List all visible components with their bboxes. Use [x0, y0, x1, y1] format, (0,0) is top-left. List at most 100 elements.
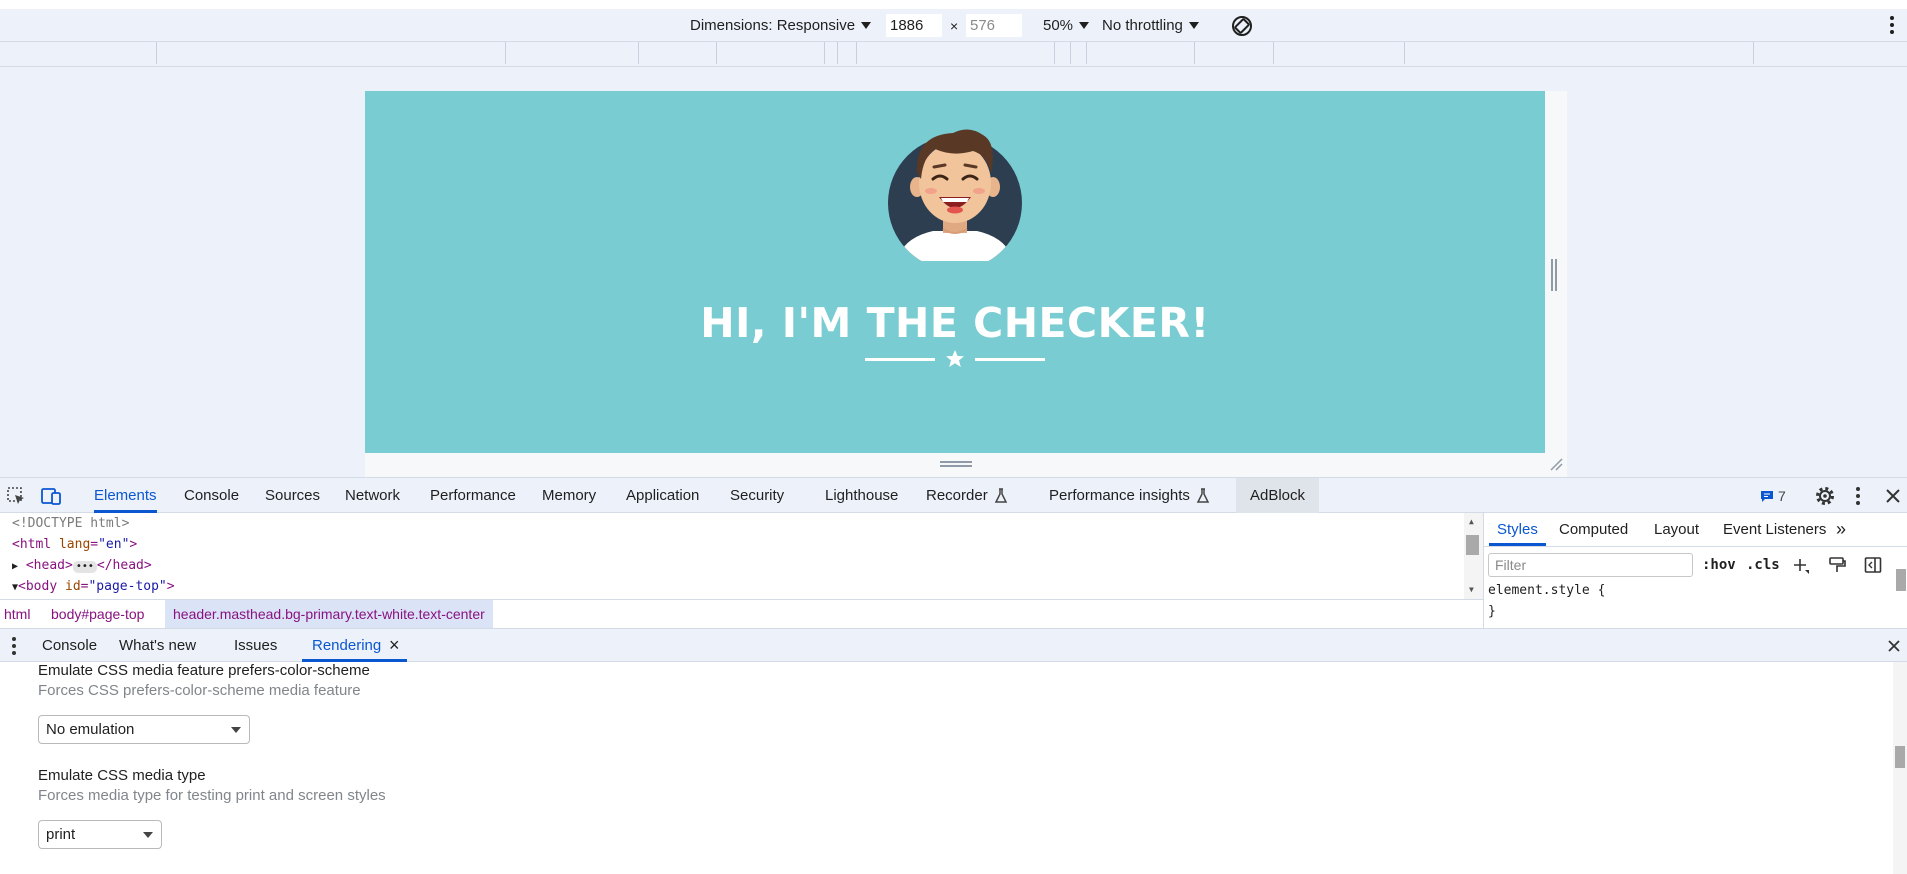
breadcrumb-html[interactable]: html — [4, 600, 30, 628]
cls-toggle[interactable]: .cls — [1746, 553, 1780, 577]
zoom-label: 50% — [1043, 17, 1074, 34]
styles-tab-bar: Styles Computed Layout Event Listeners » — [1484, 513, 1907, 547]
star-divider — [865, 349, 1045, 369]
device-toolbar-icon[interactable] — [40, 485, 62, 507]
flask-icon — [1196, 487, 1210, 503]
page-title: HI, I'M THE CHECKER! — [700, 299, 1210, 347]
expand-arrow-icon[interactable]: ▶ — [12, 561, 18, 572]
paint-brush-icon[interactable] — [1828, 556, 1846, 574]
new-style-rule-icon[interactable] — [1792, 557, 1810, 575]
hov-toggle[interactable]: :hov — [1702, 553, 1736, 577]
element-style-close: } — [1488, 604, 1496, 619]
resize-handle-right[interactable] — [1551, 259, 1559, 291]
close-devtools-icon[interactable] — [1882, 485, 1904, 507]
drawer-tab-whats-new[interactable]: What's new — [119, 629, 196, 662]
tab-memory[interactable]: Memory — [542, 478, 596, 513]
tab-elements[interactable]: Elements — [94, 478, 157, 513]
tab-performance[interactable]: Performance — [430, 478, 516, 513]
elements-dom-tree: <!DOCTYPE html> <html lang="en"> ▶ <head… — [0, 513, 1483, 599]
tab-console[interactable]: Console — [184, 478, 239, 513]
close-rendering-tab-icon[interactable]: × — [389, 629, 400, 662]
chevron-down-icon — [143, 832, 153, 838]
more-tabs-icon[interactable]: » — [1836, 513, 1846, 546]
toggle-sidebar-icon[interactable] — [1864, 556, 1882, 574]
tab-computed[interactable]: Computed — [1559, 513, 1628, 546]
device-toolbar: Dimensions: Responsive × 50% No throttli… — [0, 9, 1907, 42]
html-node[interactable]: <html lang="en"> — [12, 534, 137, 555]
head-node[interactable]: ▶ <head> ••• </head> — [12, 555, 152, 576]
rotate-icon[interactable] — [1230, 9, 1254, 42]
prefers-color-scheme-select[interactable]: No emulation — [38, 715, 250, 744]
emulated-viewport-area: HI, I'M THE CHECKER! — [0, 67, 1907, 477]
more-options-icon[interactable] — [1889, 16, 1895, 36]
media-type-select[interactable]: print — [38, 820, 162, 849]
breadcrumb-header[interactable]: header.masthead.bg-primary.text-white.te… — [165, 600, 493, 628]
star-icon — [946, 350, 964, 367]
message-icon — [1761, 490, 1773, 502]
prefers-color-scheme-description: Forces CSS prefers-color-scheme media fe… — [38, 682, 361, 699]
throttling-dropdown[interactable]: No throttling — [1102, 9, 1199, 42]
media-type-value: print — [46, 826, 76, 843]
doctype-node[interactable]: <!DOCTYPE html> — [12, 513, 129, 534]
dom-scroll-thumb[interactable] — [1466, 535, 1479, 555]
drawer-tab-console[interactable]: Console — [42, 629, 97, 662]
issues-count: 7 — [1778, 487, 1786, 504]
avatar-image — [888, 129, 1022, 261]
breadcrumb-body[interactable]: body#page-top — [51, 600, 144, 628]
scroll-down-icon[interactable]: ▼ — [1469, 585, 1474, 594]
issues-counter[interactable]: 7 — [1760, 478, 1786, 513]
tab-lighthouse[interactable]: Lighthouse — [825, 478, 898, 513]
rendering-panel: Emulate CSS media feature prefers-color-… — [0, 662, 1907, 874]
chevron-down-icon — [861, 22, 872, 29]
styles-filter-input[interactable]: Filter — [1488, 553, 1693, 577]
width-input[interactable] — [886, 14, 942, 37]
styles-scroll-thumb[interactable] — [1896, 569, 1906, 591]
drawer-tab-issues[interactable]: Issues — [234, 629, 277, 662]
drawer-menu-icon[interactable] — [12, 637, 16, 655]
prefers-color-scheme-value: No emulation — [46, 721, 135, 738]
top-strip — [0, 0, 1907, 9]
rendering-scroll-thumb[interactable] — [1895, 746, 1905, 768]
breadcrumb: html body#page-top header.masthead.bg-pr… — [0, 599, 1483, 628]
media-type-title: Emulate CSS media type — [38, 767, 206, 784]
body-node[interactable]: ▼<body id="page-top"> — [12, 576, 175, 597]
drawer-tab-bar: Console What's new Issues Rendering × — [0, 628, 1907, 662]
ellipsis-icon[interactable]: ••• — [72, 561, 97, 573]
scroll-up-icon[interactable]: ▲ — [1469, 517, 1474, 526]
tab-application[interactable]: Application — [626, 478, 699, 513]
devtools-tab-bar: Elements Console Sources Network Perform… — [0, 477, 1907, 513]
drawer-tab-rendering[interactable]: Rendering — [301, 629, 408, 662]
tab-recorder-label: Recorder — [926, 487, 988, 504]
dimensions-dropdown[interactable]: Dimensions: Responsive — [690, 9, 872, 42]
styles-pane: Styles Computed Layout Event Listeners »… — [1483, 513, 1907, 628]
throttling-label: No throttling — [1102, 17, 1183, 34]
rendering-scrollbar[interactable] — [1893, 662, 1907, 874]
resize-handle-bottom[interactable] — [940, 461, 972, 469]
tab-layout[interactable]: Layout — [1654, 513, 1699, 546]
settings-gear-icon[interactable] — [1814, 485, 1836, 507]
element-style-rule[interactable]: element.style { — [1488, 583, 1605, 598]
tab-sources[interactable]: Sources — [265, 478, 320, 513]
tab-performance-insights-label: Performance insights — [1049, 487, 1190, 504]
tab-security[interactable]: Security — [730, 478, 784, 513]
resize-corner-icon[interactable] — [1549, 457, 1563, 471]
customize-devtools-icon[interactable] — [1856, 487, 1862, 505]
height-input[interactable] — [966, 14, 1022, 37]
tab-adblock[interactable]: AdBlock — [1236, 478, 1320, 513]
inspect-element-icon[interactable] — [5, 485, 27, 507]
tab-network[interactable]: Network — [345, 478, 400, 513]
prefers-color-scheme-title: Emulate CSS media feature prefers-color-… — [38, 662, 370, 679]
masthead: HI, I'M THE CHECKER! — [365, 91, 1545, 453]
dimensions-label: Dimensions: Responsive — [690, 17, 856, 34]
flask-icon — [994, 487, 1007, 503]
close-drawer-icon[interactable] — [1887, 639, 1901, 653]
zoom-dropdown[interactable]: 50% — [1043, 9, 1090, 42]
media-type-description: Forces media type for testing print and … — [38, 787, 386, 804]
tab-styles[interactable]: Styles — [1489, 513, 1546, 546]
chevron-down-icon — [231, 727, 241, 733]
tab-performance-insights[interactable]: Performance insights — [1049, 478, 1210, 513]
tab-recorder[interactable]: Recorder — [926, 478, 1008, 513]
media-query-ruler — [0, 42, 1907, 67]
tab-event-listeners[interactable]: Event Listeners — [1723, 513, 1826, 546]
chevron-down-icon — [1188, 22, 1199, 29]
